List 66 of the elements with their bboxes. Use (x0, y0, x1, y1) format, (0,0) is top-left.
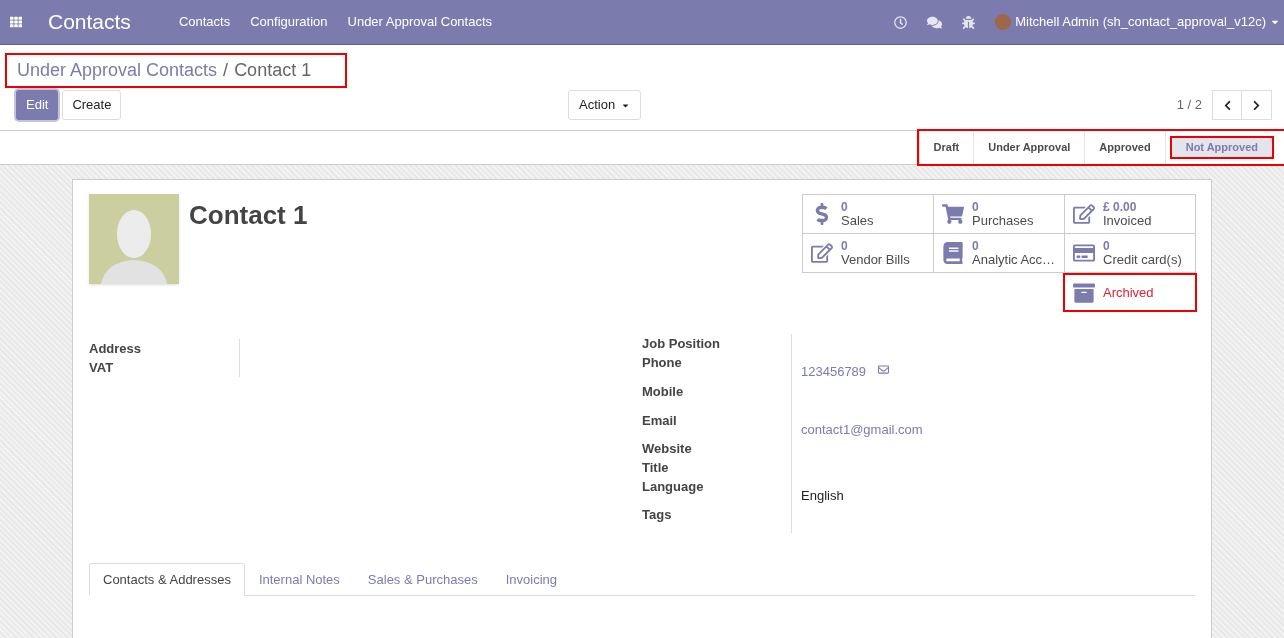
field-label: Mobile (642, 382, 792, 411)
field-label: Email (642, 411, 792, 439)
stat-label: Sales (841, 214, 874, 228)
contact-name: Contact 1 (189, 202, 308, 232)
stat-value: 0 (972, 200, 980, 214)
field-label: Language (642, 477, 792, 505)
stat-label: Purchases (972, 214, 1034, 228)
pager-counter: 1 / 2 (1176, 96, 1202, 115)
status-stage[interactable]: Approved (1085, 131, 1166, 164)
stat-value: £ 0.00 (1103, 200, 1138, 214)
cart-icon (942, 203, 964, 225)
action-dropdown[interactable]: Action (568, 90, 642, 120)
status-stage[interactable]: Under Approval (974, 131, 1086, 164)
stat-value: 0 (841, 200, 849, 214)
smart-button[interactable]: 0 Vendor Bills (803, 234, 934, 273)
field-label: Job Position (642, 334, 792, 353)
user-menu[interactable]: Mitchell Admin (sh_contact_approval_v12c) (995, 12, 1280, 32)
menu-link[interactable]: Contacts (178, 12, 231, 32)
archived-button[interactable]: Archived (1063, 273, 1197, 312)
bug-icon[interactable] (962, 15, 976, 29)
next-button[interactable] (1242, 90, 1272, 120)
smart-button[interactable]: 0 Sales (803, 195, 934, 234)
smart-button[interactable]: 0 Analytic Acc… (934, 234, 1065, 273)
book-icon (942, 242, 964, 264)
chevron-right-icon (1251, 99, 1262, 111)
status-stage[interactable]: Not Approved (1169, 136, 1274, 159)
stat-label: Credit card(s) (1103, 253, 1182, 267)
breadcrumb-separator: / (223, 59, 229, 82)
form-tab[interactable]: Contacts & Addresses (89, 563, 245, 596)
app-title: Contacts (48, 9, 131, 36)
envelope-icon[interactable] (878, 364, 890, 375)
form-tab[interactable]: Sales & Purchases (353, 563, 492, 596)
stat-label: Vendor Bills (841, 253, 910, 267)
avatar-icon (995, 14, 1012, 30)
stat-value: 0 (1103, 239, 1111, 253)
stat-value: 0 (841, 239, 849, 253)
stat-label: Invoiced (1103, 214, 1152, 228)
chat-icon[interactable] (927, 14, 943, 30)
status-stage[interactable]: Draft (919, 131, 975, 164)
field-label: VAT (89, 359, 115, 377)
create-button[interactable]: Create (62, 90, 122, 120)
field-value: English (801, 487, 844, 505)
form-tab[interactable]: Invoicing (491, 563, 571, 596)
apps-menu-icon[interactable] (10, 16, 22, 28)
clock-icon[interactable] (894, 15, 908, 29)
smart-button[interactable]: £ 0.00 Invoiced (1065, 195, 1196, 234)
menu-link[interactable]: Configuration (250, 12, 328, 32)
previous-button[interactable] (1212, 90, 1242, 120)
form-tab[interactable]: Internal Notes (244, 563, 354, 596)
field-label: Website (642, 439, 792, 458)
phone-link[interactable]: 123456789 (801, 362, 867, 382)
smart-button[interactable]: 0 Credit card(s) (1065, 234, 1196, 273)
stat-value: 0 (972, 239, 980, 253)
stat-label: Analytic Acc… (972, 253, 1056, 267)
field-label: Tags (642, 505, 792, 533)
smart-button[interactable]: 0 Purchases (934, 195, 1065, 234)
breadcrumb-current: Contact 1 (234, 59, 312, 82)
field-label: Phone (642, 353, 792, 382)
menu-link[interactable]: Under Approval Contacts (347, 12, 493, 32)
field-label: Title (642, 458, 792, 477)
archive-box-icon (1073, 281, 1095, 304)
edit-button[interactable]: Edit (16, 90, 59, 120)
credit-card-icon (1073, 242, 1095, 264)
breadcrumb-link[interactable]: Under Approval Contacts (17, 57, 218, 84)
email-link[interactable]: contact1@gmail.com (801, 420, 923, 440)
field-label: Address (89, 340, 143, 358)
